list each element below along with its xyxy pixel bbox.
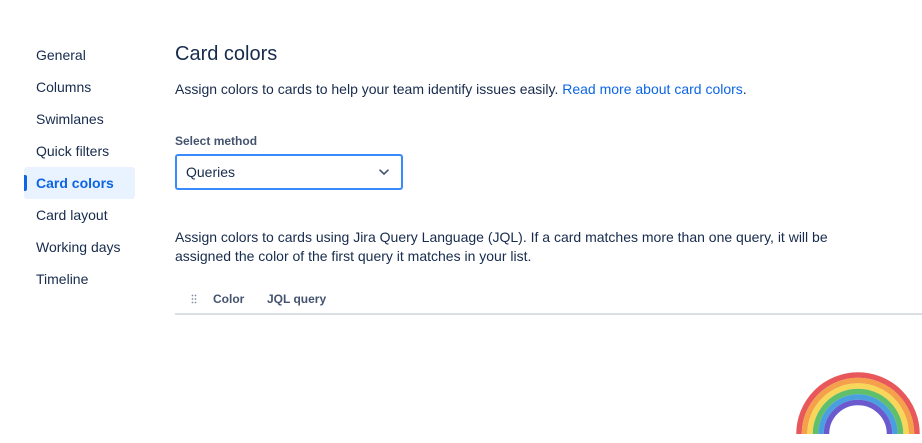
sidebar-item-swimlanes[interactable]: Swimlanes: [24, 103, 135, 135]
description-end: .: [742, 81, 747, 97]
queries-table-header: Color JQL query: [175, 290, 922, 315]
column-header-jql-query: JQL query: [267, 292, 327, 306]
settings-sidebar: General Columns Swimlanes Quick filters …: [24, 39, 135, 295]
sidebar-item-card-layout[interactable]: Card layout: [24, 199, 135, 231]
column-header-color: Color: [213, 292, 245, 306]
sidebar-item-general[interactable]: General: [24, 39, 135, 71]
select-method-label: Select method: [175, 134, 258, 148]
read-more-link[interactable]: Read more about card colors: [562, 81, 743, 97]
select-method-dropdown[interactable]: Queries: [175, 154, 403, 190]
sidebar-item-working-days[interactable]: Working days: [24, 231, 135, 263]
page-title: Card colors: [175, 43, 278, 65]
select-method-value: Queries: [186, 164, 236, 180]
chevron-down-icon: [379, 167, 389, 177]
sidebar-item-timeline[interactable]: Timeline: [24, 263, 135, 295]
jql-info-text: Assign colors to cards using Jira Query …: [175, 229, 828, 264]
sidebar-item-columns[interactable]: Columns: [24, 71, 135, 103]
description-text: Assign colors to cards to help your team…: [175, 81, 559, 97]
drag-handle-icon: [191, 293, 197, 304]
sidebar-item-quick-filters[interactable]: Quick filters: [24, 135, 135, 167]
sidebar-item-card-colors[interactable]: Card colors: [24, 167, 135, 199]
rainbow-icon: [796, 372, 920, 434]
page-description: Assign colors to cards to help your team…: [175, 80, 747, 98]
